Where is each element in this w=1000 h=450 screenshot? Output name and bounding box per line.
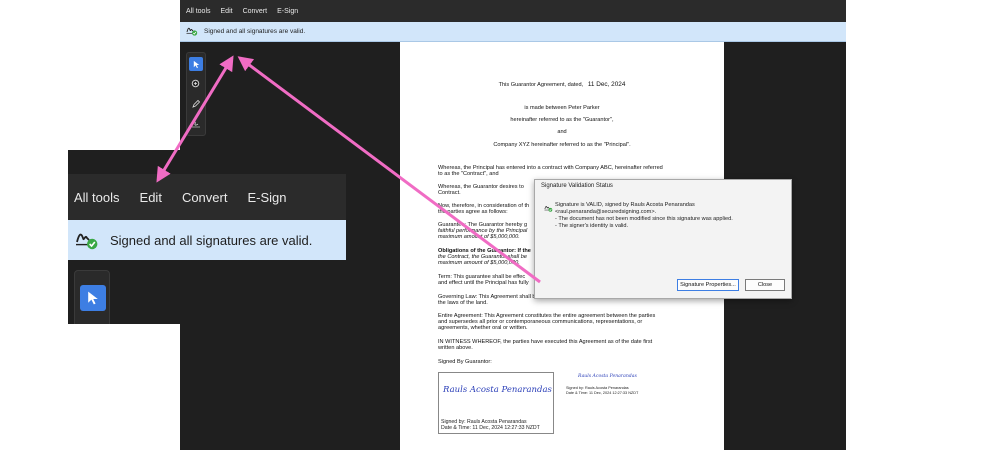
zoom-callout: All tools Edit Convert E-Sign Signed and… bbox=[68, 150, 346, 324]
signature-appearance: Rauls Acosta Penarandas Signed by: Rauls… bbox=[566, 374, 686, 395]
dialog-title: Signature Validation Status bbox=[541, 183, 613, 189]
pen-icon bbox=[192, 99, 201, 108]
close-button[interactable]: Close bbox=[745, 279, 785, 291]
zoom-menu-edit[interactable]: Edit bbox=[140, 190, 162, 205]
menu-e-sign[interactable]: E-Sign bbox=[277, 8, 298, 15]
cursor-icon bbox=[193, 60, 199, 68]
tool-strip bbox=[186, 52, 206, 136]
zoom-signature-text: Signed and all signatures are valid. bbox=[110, 232, 313, 248]
small-signature-meta: Signed by: Rauls Acosta Penarandas Date … bbox=[566, 386, 639, 395]
menu-bar: All tools Edit Convert E-Sign bbox=[180, 0, 846, 22]
signature-pen-icon bbox=[191, 121, 200, 128]
sign-tool[interactable] bbox=[189, 117, 203, 131]
comment-add-icon bbox=[191, 79, 200, 88]
zoom-menu-convert[interactable]: Convert bbox=[182, 190, 228, 205]
zoom-tool-strip bbox=[74, 270, 110, 324]
signature-meta: Signed by: Rauls Acosta Penarandas Date … bbox=[441, 419, 540, 431]
zoom-menu-bar: All tools Edit Convert E-Sign bbox=[68, 174, 346, 220]
guarantor-ref: hereinafter referred to as the "Guaranto… bbox=[510, 117, 614, 123]
cursor-icon bbox=[88, 291, 98, 305]
select-tool[interactable] bbox=[189, 57, 203, 71]
entire-c: agreements, whether oral or written. bbox=[438, 325, 528, 331]
whereas-1b: to as the "Contract", and bbox=[438, 171, 499, 177]
comment-tool[interactable] bbox=[189, 77, 203, 91]
and-line: and bbox=[557, 129, 567, 135]
signature-status-text: Signed and all signatures are valid. bbox=[204, 28, 306, 35]
menu-convert[interactable]: Convert bbox=[243, 8, 268, 15]
signed-by-label: Signed By Guarantor: bbox=[438, 359, 492, 365]
signature-field[interactable]: Rauls Acosta Penarandas Signed by: Rauls… bbox=[438, 372, 554, 434]
signature-validation-dialog: Signature Validation Status Signature is… bbox=[534, 179, 792, 299]
small-signature-script: Rauls Acosta Penarandas bbox=[578, 374, 637, 379]
witness-b: written above. bbox=[438, 345, 473, 351]
between-line: is made between Peter Parker bbox=[524, 105, 600, 111]
signature-valid-icon bbox=[74, 228, 100, 253]
zoom-menu-all-tools[interactable]: All tools bbox=[74, 190, 120, 205]
signature-status-bar[interactable]: Signed and all signatures are valid. bbox=[180, 22, 846, 42]
signature-properties-button[interactable]: Signature Properties... bbox=[677, 279, 739, 291]
dialog-body: Signature is VALID, signed by Rauls Acos… bbox=[555, 202, 733, 229]
menu-all-tools[interactable]: All tools bbox=[186, 8, 211, 15]
title-line: This Guarantor Agreement, dated, 11 Dec,… bbox=[498, 81, 626, 88]
principal-ref: Company XYZ hereinafter referred to as t… bbox=[493, 142, 631, 148]
menu-edit[interactable]: Edit bbox=[221, 8, 233, 15]
signature-valid-icon bbox=[186, 25, 198, 38]
draw-tool[interactable] bbox=[189, 97, 203, 111]
zoom-select-tool[interactable] bbox=[80, 285, 106, 311]
signature-valid-icon bbox=[544, 204, 553, 214]
signature-script: Rauls Acosta Penarandas bbox=[443, 385, 552, 395]
zoom-signature-bar[interactable]: Signed and all signatures are valid. bbox=[68, 220, 346, 260]
zoom-menu-e-sign[interactable]: E-Sign bbox=[247, 190, 286, 205]
law-b: the laws of the land. bbox=[438, 300, 488, 306]
